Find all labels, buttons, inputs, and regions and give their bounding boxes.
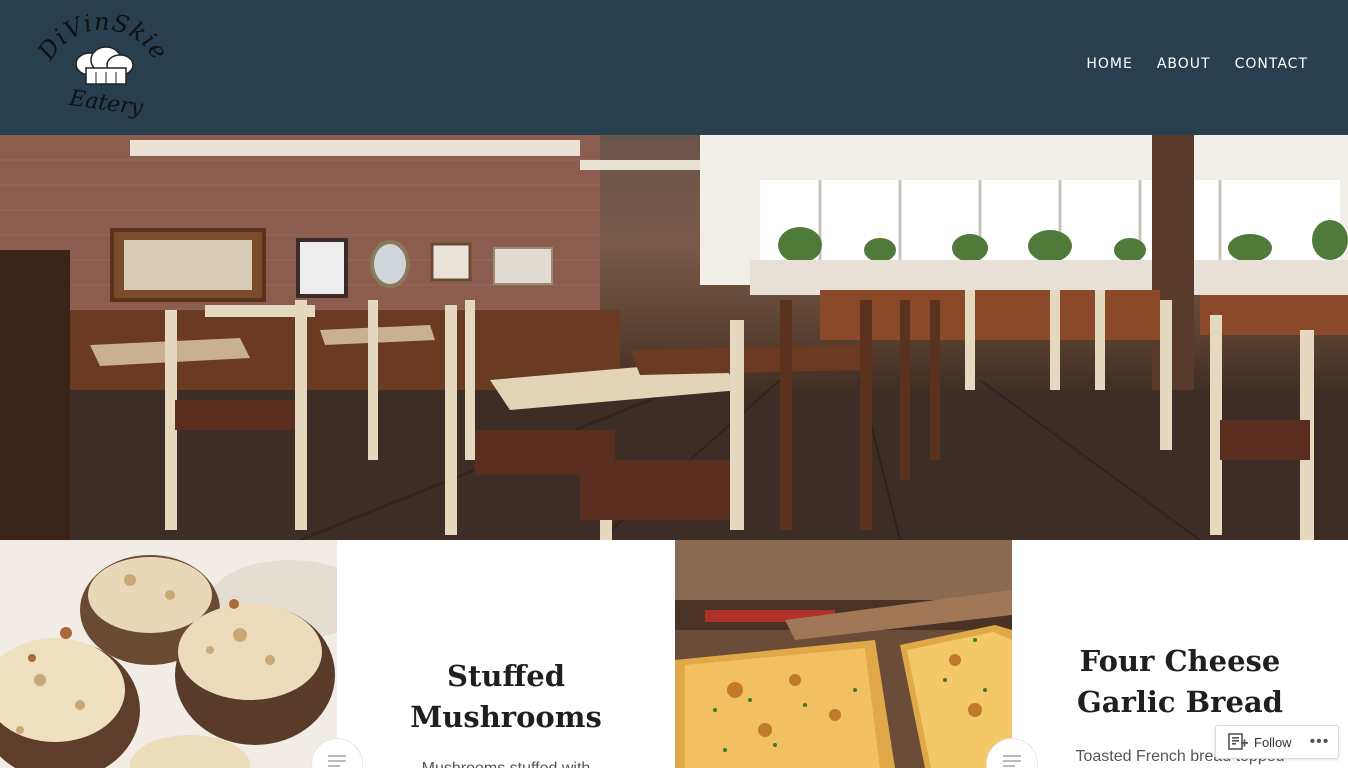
site-logo[interactable]: DiVinSkie Eatery [32, 8, 173, 122]
post-title[interactable]: Stuffed Mushrooms [337, 656, 675, 738]
post-excerpt: Mushrooms stuffed with [337, 760, 675, 768]
follow-button[interactable]: Follow [1228, 733, 1292, 751]
follow-widget: Follow ••• [1215, 725, 1339, 759]
chef-hat-logo-icon: DiVinSkie Eatery [32, 8, 173, 121]
nav-about[interactable]: ABOUT [1157, 56, 1211, 72]
ellipsis-icon[interactable]: ••• [1310, 734, 1330, 750]
stuffed-mushrooms-image [0, 540, 337, 768]
post-thumbnail-stuffed-mushrooms[interactable] [0, 540, 337, 768]
follow-label: Follow [1254, 734, 1292, 750]
reader-follow-icon [1228, 733, 1248, 750]
main-navigation: HOME ABOUT CONTACT [1086, 56, 1308, 72]
nav-home[interactable]: HOME [1086, 56, 1132, 72]
posts-grid: Stuffed Mushrooms Mushrooms stuffed with [0, 540, 1348, 768]
post-thumbnail-garlic-bread[interactable] [675, 540, 1012, 768]
site-header: DiVinSkie Eatery HOME ABOUT CONTACT [0, 0, 1348, 135]
logo-text-bottom: Eatery [67, 86, 145, 121]
post-card-stuffed-mushrooms: Stuffed Mushrooms Mushrooms stuffed with [337, 540, 675, 768]
nav-contact[interactable]: CONTACT [1235, 56, 1308, 72]
garlic-bread-image [675, 540, 1012, 768]
post-title[interactable]: Four Cheese Garlic Bread [1012, 641, 1348, 723]
